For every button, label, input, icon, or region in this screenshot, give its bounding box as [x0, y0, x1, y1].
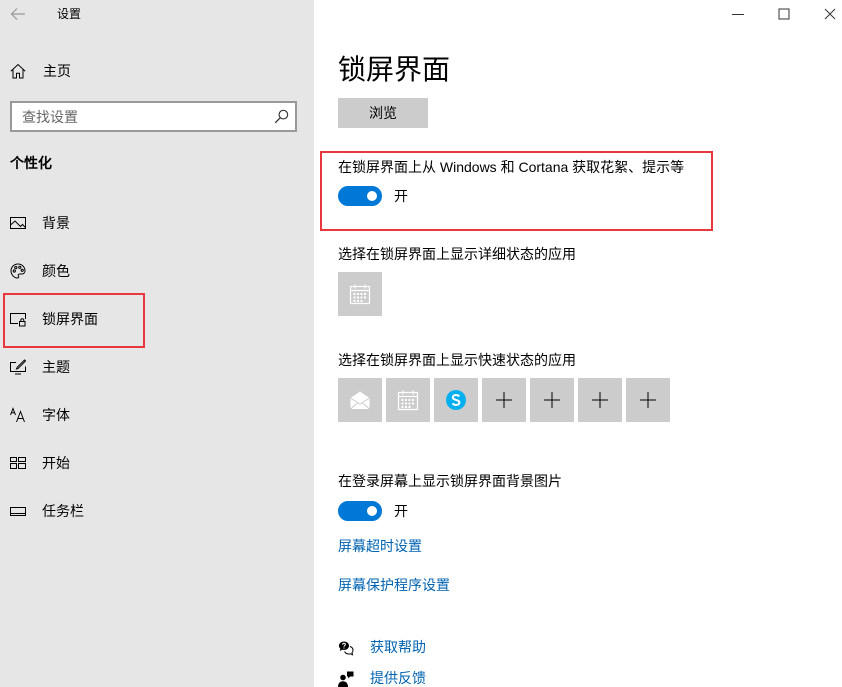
quick-status-app-tile[interactable] — [434, 378, 478, 422]
sidebar-item-colors[interactable]: 颜色 — [0, 251, 314, 291]
screen-saver-link[interactable]: 屏幕保护程序设置 — [338, 577, 450, 594]
spotlight-toggle-label: 在锁屏界面上从 Windows 和 Cortana 获取花絮、提示等 — [338, 159, 685, 175]
skype-icon — [446, 390, 466, 410]
theme-icon — [10, 359, 26, 375]
search-icon[interactable] — [274, 109, 289, 124]
get-help-link[interactable]: 获取帮助 — [370, 639, 426, 656]
home-label: 主页 — [43, 63, 71, 79]
sidebar-item-label: 颜色 — [42, 263, 70, 279]
search-box — [10, 101, 297, 132]
app-title: 设置 — [57, 7, 82, 21]
sidebar-item-label: 锁屏界面 — [42, 311, 98, 327]
page-title: 锁屏界面 — [338, 54, 451, 85]
sidebar-item-label: 任务栏 — [42, 503, 84, 519]
minimize-icon[interactable] — [730, 6, 746, 22]
start-icon — [10, 455, 26, 471]
plus-icon — [592, 392, 608, 408]
sidebar-item-label: 字体 — [42, 407, 70, 423]
quick-status-label: 选择在锁屏界面上显示快速状态的应用 — [338, 352, 576, 368]
add-quick-status-app-button[interactable] — [530, 378, 574, 422]
help-chat-icon — [338, 640, 354, 656]
sidebar-item-label: 主题 — [42, 359, 70, 375]
spotlight-toggle[interactable] — [338, 186, 382, 206]
add-quick-status-app-button[interactable] — [626, 378, 670, 422]
search-input[interactable] — [10, 101, 297, 132]
picture-icon — [10, 215, 26, 231]
mail-icon — [350, 391, 370, 410]
home-icon — [10, 63, 26, 79]
quick-status-app-tile[interactable] — [386, 378, 430, 422]
close-icon[interactable] — [822, 6, 838, 22]
add-quick-status-app-button[interactable] — [578, 378, 622, 422]
back-arrow-icon[interactable] — [10, 6, 26, 22]
sidebar-item-background[interactable]: 背景 — [0, 203, 314, 243]
taskbar-icon — [10, 503, 26, 519]
lock-screen-icon — [10, 311, 26, 327]
sidebar-item-lock-screen[interactable]: 锁屏界面 — [0, 299, 314, 339]
detailed-status-label: 选择在锁屏界面上显示详细状态的应用 — [338, 246, 576, 262]
plus-icon — [640, 392, 656, 408]
plus-icon — [496, 392, 512, 408]
sidebar-item-taskbar[interactable]: 任务栏 — [0, 491, 314, 531]
spotlight-toggle-state: 开 — [394, 188, 408, 204]
sidebar-item-start[interactable]: 开始 — [0, 443, 314, 483]
section-title: 个性化 — [10, 155, 52, 171]
sidebar-item-label: 背景 — [42, 215, 70, 231]
browse-button[interactable]: 浏览 — [338, 98, 428, 128]
screen-timeout-link[interactable]: 屏幕超时设置 — [338, 538, 422, 555]
sidebar-item-fonts[interactable]: 字体 — [0, 395, 314, 435]
detailed-status-app-tile[interactable] — [338, 272, 382, 316]
feedback-link[interactable]: 提供反馈 — [370, 670, 426, 687]
calendar-icon — [397, 390, 419, 411]
toggle-knob — [367, 506, 377, 516]
sidebar-item-themes[interactable]: 主题 — [0, 347, 314, 387]
sidebar-item-label: 开始 — [42, 455, 70, 471]
add-quick-status-app-button[interactable] — [482, 378, 526, 422]
maximize-icon[interactable] — [776, 6, 792, 22]
signin-background-label: 在登录屏幕上显示锁屏界面背景图片 — [338, 473, 562, 489]
sidebar: 设置 主页 个性化 背景 颜色 锁屏界面 主题 — [0, 0, 314, 687]
toggle-knob — [367, 191, 377, 201]
signin-background-toggle-state: 开 — [394, 503, 408, 519]
feedback-icon — [338, 671, 354, 687]
signin-background-toggle[interactable] — [338, 501, 382, 521]
quick-status-app-tile[interactable] — [338, 378, 382, 422]
palette-icon — [10, 263, 26, 279]
sidebar-home[interactable]: 主页 — [0, 51, 314, 91]
calendar-icon — [349, 284, 371, 305]
font-icon — [10, 407, 26, 423]
plus-icon — [544, 392, 560, 408]
